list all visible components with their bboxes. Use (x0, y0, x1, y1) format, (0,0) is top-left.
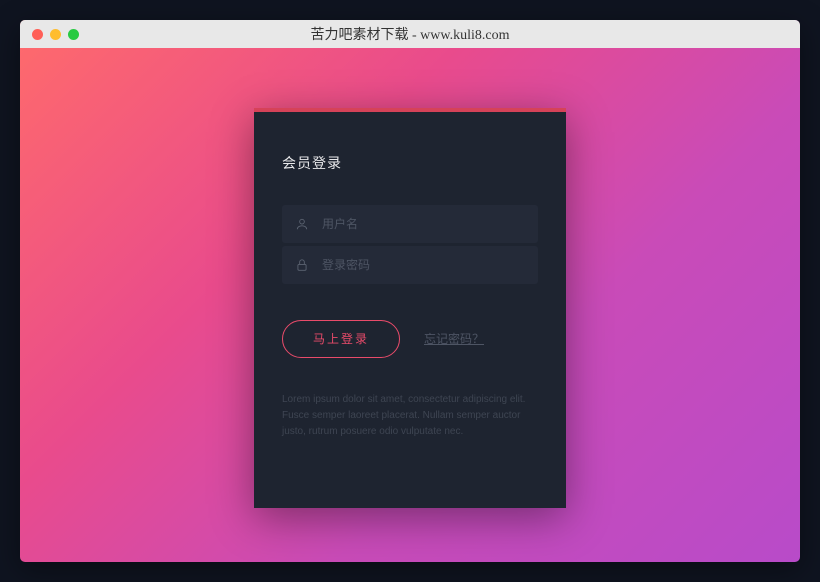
window-title: 苦力吧素材下载 - www.kuli8.com (311, 24, 510, 44)
forgot-password-link[interactable]: 忘记密码？ (424, 330, 484, 347)
user-icon (294, 216, 310, 232)
browser-titlebar: 苦力吧素材下载 - www.kuli8.com (20, 20, 800, 48)
login-button[interactable]: 马上登录 (282, 320, 400, 358)
browser-window: 苦力吧素材下载 - www.kuli8.com 会员登录 马上登录 忘记密码？ (20, 20, 800, 562)
password-input[interactable] (322, 258, 526, 272)
maximize-icon[interactable] (68, 29, 79, 40)
traffic-lights (32, 29, 79, 40)
actions-row: 马上登录 忘记密码？ (282, 320, 538, 358)
username-row (282, 205, 538, 243)
minimize-icon[interactable] (50, 29, 61, 40)
login-title: 会员登录 (282, 153, 538, 173)
password-row (282, 246, 538, 284)
lock-icon (294, 257, 310, 273)
username-input[interactable] (322, 217, 526, 231)
login-card: 会员登录 马上登录 忘记密码？ Lorem ipsum dolor sit am… (254, 108, 566, 508)
close-icon[interactable] (32, 29, 43, 40)
footer-text: Lorem ipsum dolor sit amet, consectetur … (282, 392, 538, 440)
content-area: 会员登录 马上登录 忘记密码？ Lorem ipsum dolor sit am… (20, 48, 800, 562)
